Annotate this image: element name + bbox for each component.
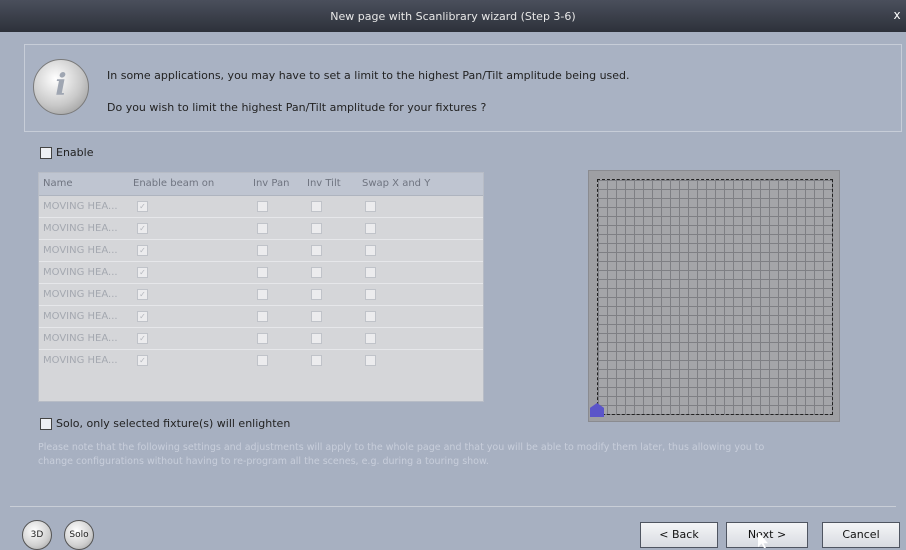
inv-tilt-checkbox[interactable]	[311, 355, 322, 366]
note-line-1: Please note that the following settings …	[38, 442, 765, 453]
inv-tilt-checkbox[interactable]	[311, 223, 322, 234]
solo-button[interactable]: Solo	[64, 520, 94, 550]
swap-xy-checkbox[interactable]	[365, 245, 376, 256]
table-row[interactable]: MOVING HEA... ✓	[39, 196, 483, 218]
solo-checkbox-row[interactable]: Solo, only selected fixture(s) will enli…	[40, 417, 290, 430]
info-icon: i	[33, 59, 89, 115]
close-icon[interactable]: x	[890, 8, 904, 22]
fixture-name: MOVING HEA...	[43, 223, 118, 234]
enable-beam-checkbox[interactable]: ✓	[137, 245, 148, 256]
inv-tilt-checkbox[interactable]	[311, 201, 322, 212]
column-header-enable-beam[interactable]: Enable beam on	[133, 178, 214, 189]
column-header-inv-pan[interactable]: Inv Pan	[253, 178, 289, 189]
enable-beam-checkbox[interactable]: ✓	[137, 223, 148, 234]
next-button[interactable]: Next >	[726, 522, 808, 548]
fixture-name: MOVING HEA...	[43, 355, 118, 366]
inv-pan-checkbox[interactable]	[257, 223, 268, 234]
3d-view-button[interactable]: 3D	[22, 520, 52, 550]
inv-tilt-checkbox[interactable]	[311, 289, 322, 300]
fixture-name: MOVING HEA...	[43, 311, 118, 322]
table-row[interactable]: MOVING HEA... ✓	[39, 240, 483, 262]
note-text: Please note that the following settings …	[38, 441, 878, 469]
info-icon-letter: i	[55, 68, 67, 103]
fixture-name: MOVING HEA...	[43, 289, 118, 300]
fixture-name: MOVING HEA...	[43, 201, 118, 212]
column-header-inv-tilt[interactable]: Inv Tilt	[307, 178, 341, 189]
cancel-button[interactable]: Cancel	[822, 522, 900, 548]
table-row[interactable]: MOVING HEA... ✓	[39, 218, 483, 240]
solo-label: Solo, only selected fixture(s) will enli…	[56, 417, 291, 430]
enable-label: Enable	[56, 146, 94, 159]
banner-line-1: In some applications, you may have to se…	[107, 69, 630, 82]
enable-checkbox[interactable]	[40, 147, 52, 159]
swap-xy-checkbox[interactable]	[365, 311, 376, 322]
table-row[interactable]: MOVING HEA... ✓	[39, 284, 483, 306]
pan-tilt-area[interactable]	[588, 170, 840, 422]
enable-beam-checkbox[interactable]: ✓	[137, 289, 148, 300]
inv-tilt-checkbox[interactable]	[311, 333, 322, 344]
inv-pan-checkbox[interactable]	[257, 267, 268, 278]
fixture-name: MOVING HEA...	[43, 333, 118, 344]
table-row[interactable]: MOVING HEA... ✓	[39, 306, 483, 328]
enable-beam-checkbox[interactable]: ✓	[137, 267, 148, 278]
fixture-name: MOVING HEA...	[43, 245, 118, 256]
column-header-swap[interactable]: Swap X and Y	[362, 178, 430, 189]
swap-xy-checkbox[interactable]	[365, 289, 376, 300]
fixture-table: Name Enable beam on Inv Pan Inv Tilt Swa…	[38, 172, 484, 402]
inv-tilt-checkbox[interactable]	[311, 267, 322, 278]
table-row[interactable]: MOVING HEA... ✓	[39, 262, 483, 284]
swap-xy-checkbox[interactable]	[365, 223, 376, 234]
enable-checkbox-row[interactable]: Enable	[40, 146, 93, 159]
swap-xy-checkbox[interactable]	[365, 267, 376, 278]
enable-beam-checkbox[interactable]: ✓	[137, 201, 148, 212]
title-bar: New page with Scanlibrary wizard (Step 3…	[0, 0, 906, 32]
back-button[interactable]: < Back	[640, 522, 718, 548]
window-title: New page with Scanlibrary wizard (Step 3…	[330, 10, 576, 23]
column-header-name[interactable]: Name	[43, 178, 73, 189]
table-header: Name Enable beam on Inv Pan Inv Tilt Swa…	[39, 173, 483, 196]
inv-pan-checkbox[interactable]	[257, 289, 268, 300]
footer-separator	[10, 506, 896, 507]
table-empty-area	[39, 371, 483, 401]
enable-beam-checkbox[interactable]: ✓	[137, 311, 148, 322]
enable-beam-checkbox[interactable]: ✓	[137, 333, 148, 344]
inv-pan-checkbox[interactable]	[257, 311, 268, 322]
note-line-2: change configurations without having to …	[38, 456, 489, 467]
inv-tilt-checkbox[interactable]	[311, 311, 322, 322]
fixture-name: MOVING HEA...	[43, 267, 118, 278]
info-banner: i In some applications, you may have to …	[24, 44, 902, 132]
banner-line-2: Do you wish to limit the highest Pan/Til…	[107, 101, 487, 114]
pan-tilt-grid[interactable]	[597, 179, 833, 415]
inv-pan-checkbox[interactable]	[257, 201, 268, 212]
inv-pan-checkbox[interactable]	[257, 245, 268, 256]
inv-pan-checkbox[interactable]	[257, 333, 268, 344]
enable-beam-checkbox[interactable]: ✓	[137, 355, 148, 366]
solo-checkbox[interactable]	[40, 418, 52, 430]
table-row[interactable]: MOVING HEA... ✓	[39, 350, 483, 372]
swap-xy-checkbox[interactable]	[365, 201, 376, 212]
inv-pan-checkbox[interactable]	[257, 355, 268, 366]
table-row[interactable]: MOVING HEA... ✓	[39, 328, 483, 350]
swap-xy-checkbox[interactable]	[365, 333, 376, 344]
inv-tilt-checkbox[interactable]	[311, 245, 322, 256]
swap-xy-checkbox[interactable]	[365, 355, 376, 366]
